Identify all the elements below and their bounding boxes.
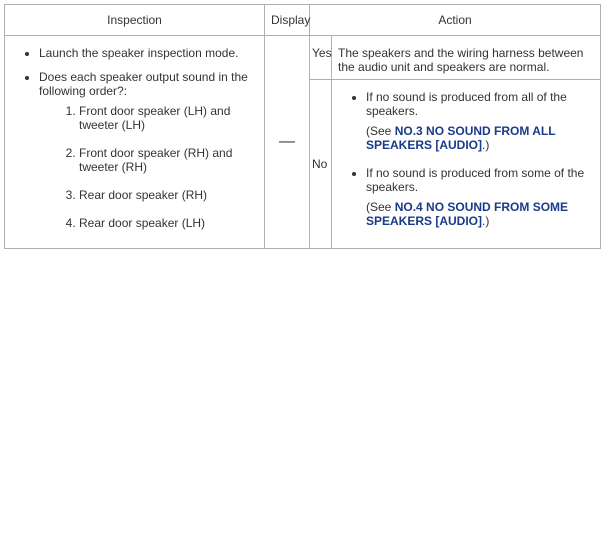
speaker-order-2: Front door speaker (RH) and tweeter (RH) — [79, 146, 258, 174]
action-yes-cell: The speakers and the wiring harness betw… — [332, 36, 601, 80]
inspection-cell: Launch the speaker inspection mode. Does… — [5, 36, 265, 249]
link-no4[interactable]: NO.4 NO SOUND FROM SOME SPEAKERS [AUDIO] — [366, 200, 568, 228]
link-no3[interactable]: NO.3 NO SOUND FROM ALL SPEAKERS [AUDIO] — [366, 124, 555, 152]
header-action: Action — [310, 5, 601, 36]
display-cell: — — [265, 36, 310, 249]
action-no-item-1: If no sound is produced from all of the … — [366, 90, 594, 152]
speaker-order-3: Rear door speaker (RH) — [79, 188, 258, 202]
header-display: Display — [265, 5, 310, 36]
action-no-item-2: If no sound is produced from some of the… — [366, 166, 594, 228]
inspection-bullet-2: Does each speaker output sound in the fo… — [39, 70, 258, 230]
result-no: No — [310, 79, 332, 248]
header-inspection: Inspection — [5, 5, 265, 36]
table-header-row: Inspection Display Action — [5, 5, 601, 36]
action-no-cell: If no sound is produced from all of the … — [332, 79, 601, 248]
inspection-bullet-1: Launch the speaker inspection mode. — [39, 46, 258, 60]
result-yes: Yes — [310, 36, 332, 80]
speaker-order-1: Front door speaker (LH) and tweeter (LH) — [79, 104, 258, 132]
troubleshooting-table: Inspection Display Action Launch the spe… — [4, 4, 601, 249]
table-row: Launch the speaker inspection mode. Does… — [5, 36, 601, 80]
speaker-order-4: Rear door speaker (LH) — [79, 216, 258, 230]
